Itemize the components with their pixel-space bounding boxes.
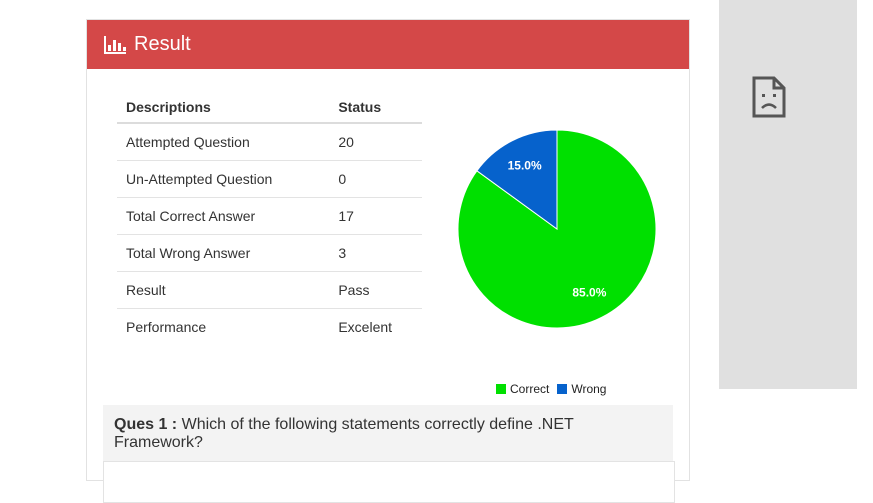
table-cell: Un-Attempted Question [117, 160, 330, 198]
panel-header: Result [87, 20, 689, 69]
column-header: Descriptions [117, 92, 330, 124]
table-cell: 0 [329, 160, 422, 198]
table-row: Total Wrong Answer 3 [117, 234, 422, 272]
result-pie-chart: 85.0% 15.0% [457, 129, 657, 329]
column-header: Status [329, 92, 422, 124]
table-cell: Pass [329, 271, 422, 309]
result-table: Descriptions Status Attempted Question 2… [117, 92, 422, 345]
panel-title: Result [134, 33, 191, 55]
chart-legend: Correct Wrong [496, 382, 614, 396]
legend-label: Wrong [571, 382, 607, 396]
table-row: Un-Attempted Question 0 [117, 160, 422, 198]
question-number: Ques 1 : [114, 416, 178, 433]
table-header-row: Descriptions Status [117, 92, 422, 124]
table-row: Attempted Question 20 [117, 123, 422, 161]
table-cell: Excelent [338, 319, 393, 335]
table-cell: Result [117, 271, 330, 309]
answer-area [103, 461, 675, 503]
legend-label: Correct [510, 382, 550, 396]
pie-label-wrong: 15.0% [508, 158, 542, 172]
table-row: Total Correct Answer 17 [117, 197, 422, 235]
ad-placeholder [719, 0, 857, 389]
legend-swatch-correct [496, 384, 506, 394]
table-row: Performance Excelent [117, 309, 422, 346]
pie-label-correct: 85.0% [572, 286, 606, 300]
table-cell: Total Wrong Answer [117, 234, 330, 272]
broken-document-icon [752, 76, 786, 118]
table-cell: Total Correct Answer [117, 197, 330, 235]
legend-swatch-wrong [557, 384, 568, 394]
table-row: Result Pass [117, 271, 422, 309]
result-panel: Result Descriptions Status Attempted Que… [86, 19, 690, 503]
table-cell: Attempted Question [117, 123, 330, 161]
question-card: Ques 1 : Which of the following statemen… [103, 405, 675, 503]
table-cell: Performance [126, 319, 207, 335]
bar-chart-icon [104, 35, 126, 54]
legend-item-wrong: Wrong [557, 382, 606, 396]
table-cell: 3 [329, 234, 422, 272]
question-body: Which of the following statements correc… [114, 416, 574, 451]
table-cell: 17 [329, 197, 422, 235]
question-text: Ques 1 : Which of the following statemen… [114, 416, 654, 452]
legend-item-correct: Correct [496, 382, 549, 396]
table-cell: 20 [329, 123, 422, 161]
